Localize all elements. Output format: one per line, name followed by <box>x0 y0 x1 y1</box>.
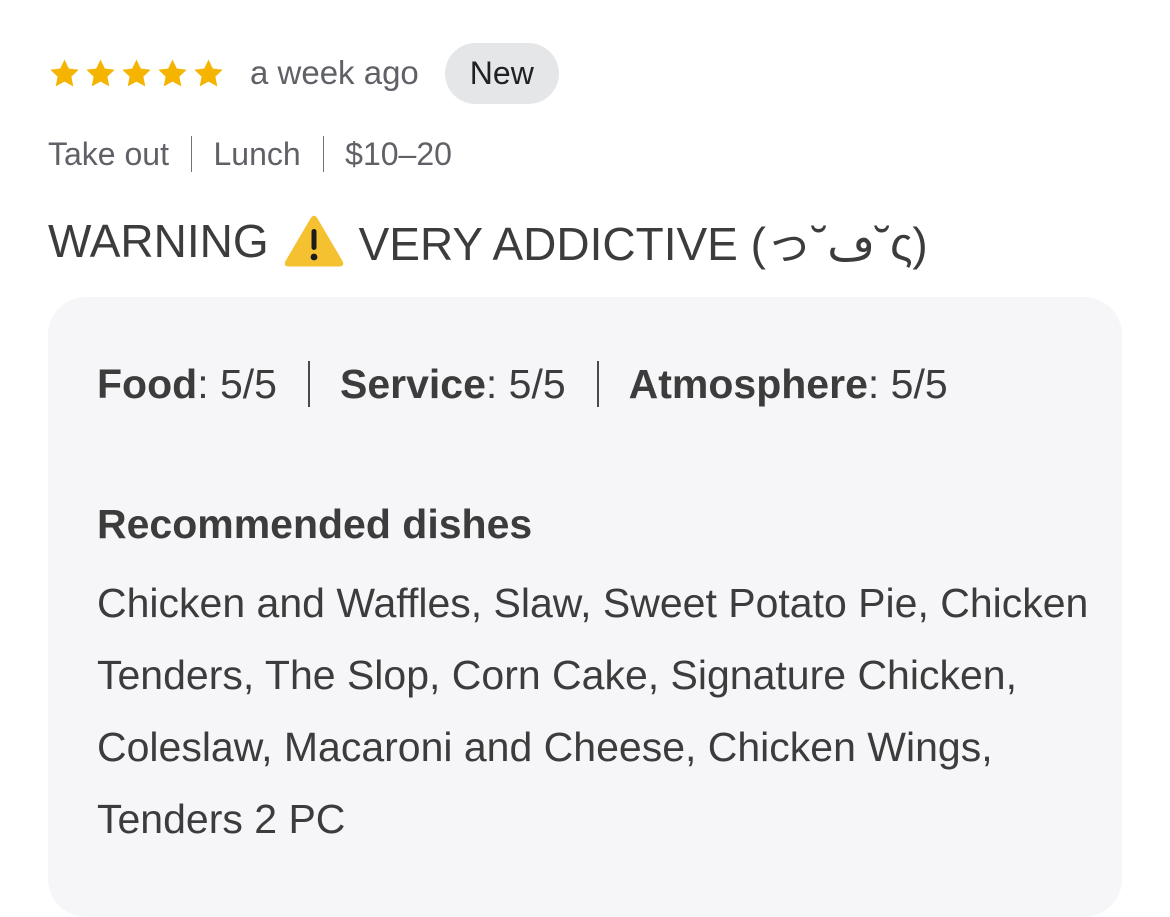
service-value: : 5/5 <box>485 360 566 407</box>
review-text-start: WARNING <box>48 215 269 267</box>
review-text: WARNING VERY ADDICTIVE (っ˘ڡ˘ς) <box>48 210 928 272</box>
aspect-divider <box>307 361 310 407</box>
rating-row: a week ago New <box>48 42 559 104</box>
aspect-ratings: Food: 5/5 Service: 5/5 Atmosphere: 5/5 <box>97 357 948 411</box>
recommended-dishes-title: Recommended dishes <box>97 501 533 547</box>
recommended-dishes-list: Chicken and Waffles, Slaw, Sweet Potato … <box>97 580 1089 842</box>
star-icon <box>156 57 189 90</box>
review-text-end: VERY ADDICTIVE (っ˘ڡ˘ς) <box>358 218 928 270</box>
warning-icon <box>283 214 345 268</box>
food-label: Food <box>97 360 198 407</box>
meta-meal-type: Lunch <box>213 135 301 172</box>
review-card: a week ago New Take out Lunch $10–20 WAR… <box>0 0 1170 917</box>
atmosphere-value: : 5/5 <box>867 360 948 407</box>
meta-service-type: Take out <box>48 135 169 172</box>
atmosphere-label: Atmosphere <box>628 360 868 407</box>
new-badge: New <box>444 42 559 104</box>
meta-price: $10–20 <box>345 135 452 172</box>
visit-meta: Take out Lunch $10–20 <box>48 132 452 176</box>
star-icon <box>192 57 225 90</box>
review-time: a week ago <box>250 54 419 91</box>
review-details-card: Food: 5/5 Service: 5/5 Atmosphere: 5/5 R… <box>48 297 1122 917</box>
food-value: : 5/5 <box>197 360 277 407</box>
aspect-divider <box>596 361 599 407</box>
meta-divider <box>322 136 325 172</box>
meta-divider <box>190 136 193 172</box>
star-rating <box>48 57 225 90</box>
star-icon <box>84 57 117 90</box>
star-icon <box>120 57 153 90</box>
service-label: Service <box>339 360 486 407</box>
star-icon <box>48 57 81 90</box>
